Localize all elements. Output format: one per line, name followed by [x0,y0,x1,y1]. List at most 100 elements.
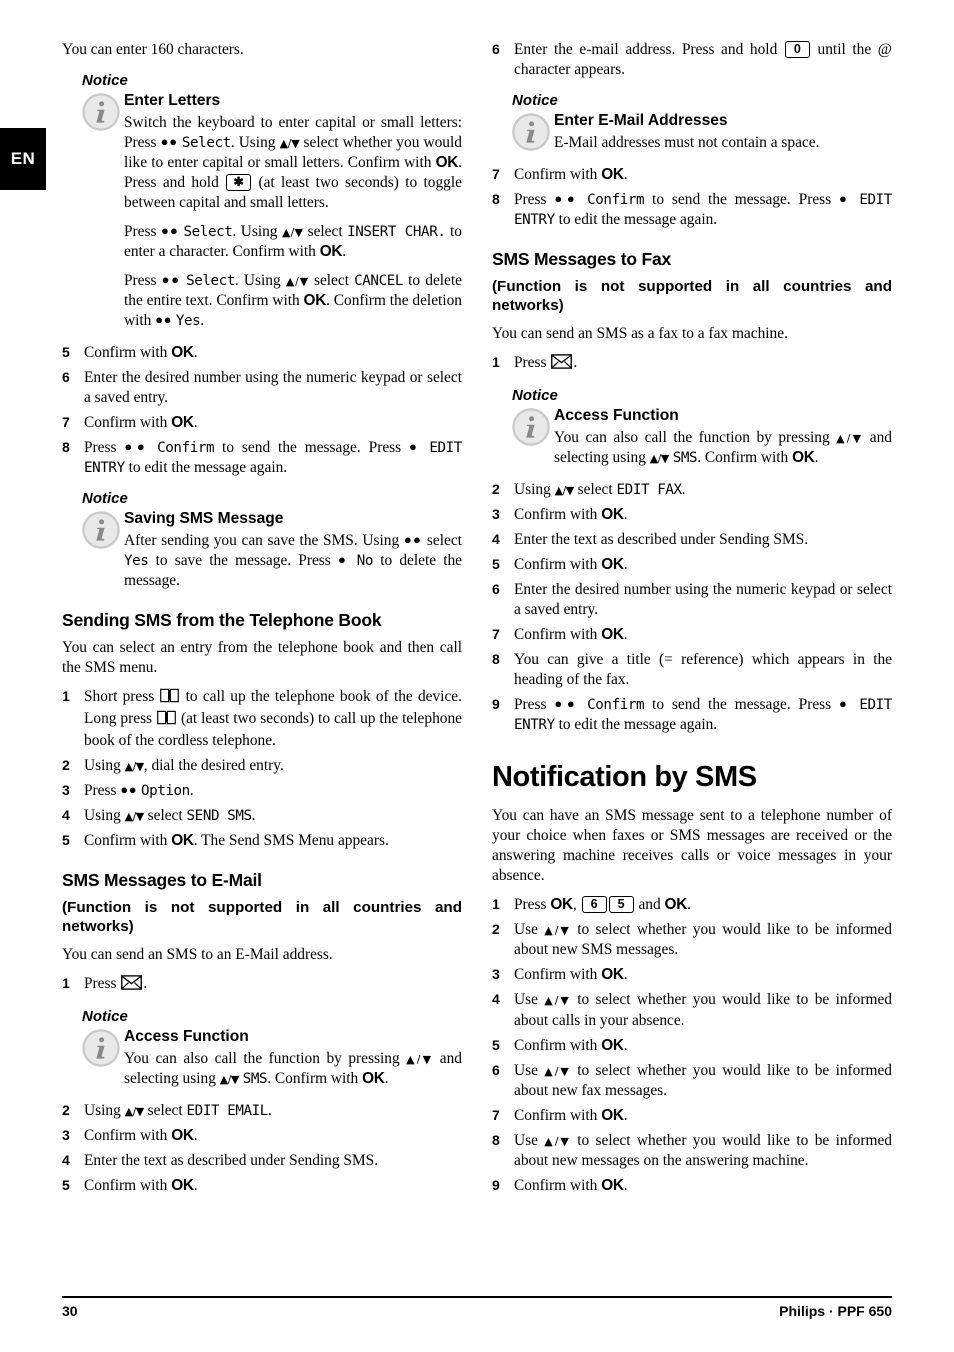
text-run: Enter the text as described under Sendin… [84,1151,379,1169]
softkey-dots: ●● [160,133,178,149]
display-text: No [356,552,374,569]
softkey-dot: ● [839,695,852,711]
steps-fax: 2 Using ▲/▼ select EDIT FAX. 3 Confirm w… [492,480,892,735]
softkey-dot: ● [839,190,852,206]
text-run: . [342,242,347,260]
text-run: . [623,1106,628,1124]
softkey-dots: ●● [124,438,150,454]
text-run: . Confirm with [697,448,789,466]
chapter-intro: You can have an SMS message sent to a te… [492,807,892,885]
list-item: 8 Press ●● Confirm to send the message. … [492,190,892,230]
ok-key-label: OK [550,896,573,914]
softkey-dot: ● [409,438,422,454]
list-item: 4 Use ▲/▼ to select whether you would li… [492,990,892,1030]
steps-phonebook: 1 Short press to call up the telephone b… [62,687,462,851]
text-run: . [681,480,686,498]
text-run: . [267,1101,272,1119]
text-run: . [200,311,205,329]
text-run: Confirm with [84,831,168,849]
list-item: 1 Press . [62,974,462,996]
list-item: 1 Press OK, 65 and OK. [492,895,892,915]
ok-key-label: OK [601,505,624,523]
text-run: Press [84,781,117,799]
info-icon [82,1029,120,1067]
list-item: 2 Using ▲/▼, dial the desired entry. [62,756,462,776]
softkey-dots: ●● [155,311,172,327]
intro-paragraph: You can enter 160 characters. [62,41,244,58]
updown-arrows-icon: ▲/▼ [836,431,864,445]
step-number: 2 [492,480,500,497]
list-item: 9 Confirm with OK. [492,1176,892,1196]
left-column: You can enter 160 characters. Notice Ent… [62,40,462,1205]
section-heading-fax: SMS Messages to Fax [492,248,672,269]
step-number: 2 [492,921,500,938]
ok-key-label: OK [792,448,815,466]
text-run: You can also call the function by pressi… [554,428,830,446]
softkey-dots: ●● [161,271,181,287]
envelope-icon [121,977,142,994]
updown-arrows-icon: ▲/▼ [544,924,571,938]
step-number: 4 [62,1151,70,1168]
text-run: Confirm with [514,625,598,643]
display-text: EDIT FAX [616,481,683,498]
updown-arrows-icon: ▲/▼ [124,1104,145,1118]
list-item: 3 Confirm with OK. [492,505,892,525]
step-number: 5 [492,555,500,572]
notice-label: Notice [82,489,128,507]
section-intro: You can send an SMS as a fax to a fax ma… [492,325,788,343]
step-number: 5 [62,831,70,848]
display-text: Select [183,223,233,240]
text-run: to edit the message again. [128,458,288,476]
ok-key-label: OK [601,555,624,573]
display-text: Confirm [587,696,645,713]
ok-key-label: OK [601,1176,624,1194]
display-text: INSERT CHAR. [347,223,446,240]
info-icon [512,408,550,446]
step-number: 8 [492,1131,500,1148]
text-run: to select whether you would like to be i… [514,1061,892,1099]
steps-email: 2 Using ▲/▼ select EDIT EMAIL. 3 Confirm… [62,1101,462,1196]
section-subheading-fax: (Function is not supported in all countr… [492,277,892,314]
list-item: 1 Press . [492,353,892,375]
text-run: . [189,781,194,799]
star-key-icon: ✱ [226,173,252,191]
text-run: select [313,271,349,289]
list-item: 4 Using ▲/▼ select SEND SMS. [62,806,462,826]
list-item: 2 Use ▲/▼ to select whether you would li… [492,920,892,960]
softkey-dots: ●● [403,531,423,547]
info-icon [82,93,120,131]
step-number: 1 [492,896,500,913]
display-text: SMS [672,449,698,466]
step-number: 9 [492,695,500,712]
display-text: SMS [242,1070,268,1087]
updown-arrows-icon: ▲/▼ [554,483,575,497]
footer-divider [62,1296,892,1298]
step-number: 6 [492,1061,500,1078]
updown-arrows-icon: ▲/▼ [544,1134,571,1148]
display-text: SEND SMS [186,807,253,824]
list-item: 7 Confirm with OK. [62,413,462,433]
page-footer: 30 Philips · PPF 650 [62,1296,892,1319]
text-run: Use [514,921,538,939]
display-text: Option [140,782,190,799]
text-run: Using [84,756,121,774]
text-run: to edit the message again. [558,210,718,228]
chapter-heading-notification: Notification by SMS [492,761,757,794]
updown-arrows-icon: ▲/▼ [279,136,300,150]
step-number: 5 [492,1036,500,1053]
text-run: . [251,806,256,824]
step-number: 8 [492,190,500,207]
text-run: to send the message. Press [652,190,832,208]
text-run: . Using [234,271,281,289]
list-item: 2 Using ▲/▼ select EDIT FAX. [492,480,892,500]
text-run: Use [514,991,538,1009]
updown-arrows-icon: ▲/▼ [124,809,145,823]
display-text: EDIT EMAIL [186,1102,269,1119]
book-icon [157,712,176,729]
text-run: Confirm with [514,1036,598,1054]
list-item: 8 Press ●● Confirm to send the message. … [62,438,462,478]
list-item: 3 Press ●● Option. [62,781,462,801]
step-number: 2 [62,756,70,773]
text-run: Confirm with [514,165,598,183]
list-item: 9 Press ●● Confirm to send the message. … [492,695,892,735]
